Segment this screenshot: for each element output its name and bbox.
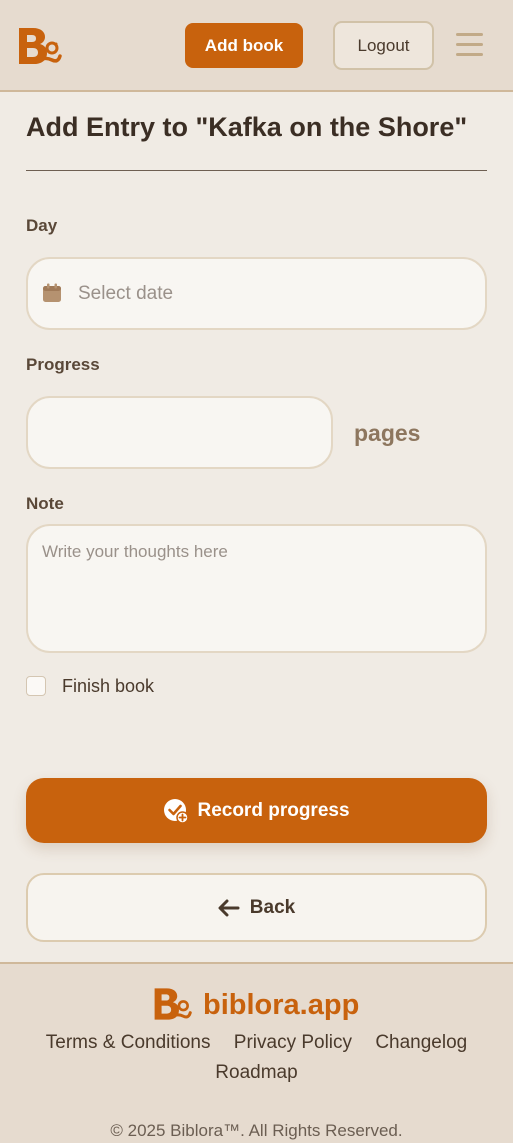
- note-textarea[interactable]: Write your thoughts here: [26, 524, 487, 653]
- copyright: © 2025 Biblora™. All Rights Reserved.: [110, 1121, 403, 1140]
- footer-links: Terms & Conditions Privacy Policy Change…: [0, 1028, 513, 1088]
- date-placeholder: Select date: [78, 283, 174, 304]
- back-label: Back: [249, 896, 296, 918]
- note-label: Note: [26, 494, 64, 513]
- pages-unit-label: pages: [354, 420, 421, 446]
- date-input[interactable]: Select date: [26, 257, 487, 330]
- calendar-icon: [43, 283, 61, 302]
- note-placeholder: Write your thoughts here: [42, 542, 228, 561]
- check-plus-icon: [164, 798, 190, 824]
- record-progress-label: Record progress: [197, 799, 350, 821]
- page-title: Add Entry to "Kafka on the Shore": [26, 112, 468, 142]
- day-label: Day: [26, 216, 58, 235]
- biblora-logo-icon[interactable]: [16, 24, 62, 68]
- title-divider: [26, 170, 487, 171]
- record-progress-button[interactable]: Record progress: [26, 778, 487, 843]
- footer-brand[interactable]: biblora.app: [152, 984, 372, 1028]
- privacy-link[interactable]: Privacy Policy: [234, 1032, 352, 1053]
- terms-link[interactable]: Terms & Conditions: [46, 1032, 211, 1053]
- progress-label: Progress: [26, 355, 100, 374]
- add-book-button[interactable]: Add book: [185, 23, 303, 68]
- footer: biblora.app Terms & Conditions Privacy P…: [0, 962, 513, 1143]
- changelog-link[interactable]: Changelog: [375, 1032, 467, 1053]
- back-button[interactable]: Back: [26, 873, 487, 942]
- arrow-left-icon: [218, 899, 240, 916]
- hamburger-menu-icon[interactable]: [456, 33, 483, 57]
- finish-book-checkbox[interactable]: [26, 676, 46, 696]
- footer-brand-name: biblora.app: [203, 989, 360, 1021]
- finish-book-label[interactable]: Finish book: [62, 676, 154, 697]
- logout-button[interactable]: Logout: [333, 21, 434, 70]
- progress-input[interactable]: [26, 396, 333, 469]
- biblora-logo-icon: [154, 988, 192, 1020]
- roadmap-link[interactable]: Roadmap: [215, 1062, 297, 1083]
- top-header: Add book Logout: [0, 0, 513, 92]
